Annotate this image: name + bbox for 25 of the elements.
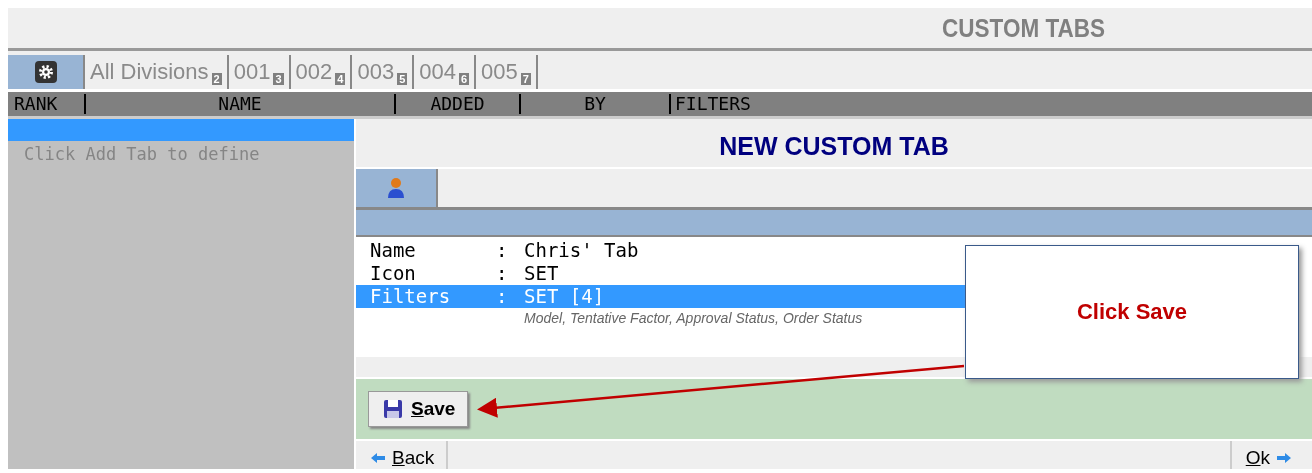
field-value: SET [4]	[524, 285, 605, 308]
page-title: CUSTOM TABS	[942, 13, 1105, 43]
panel-title: NEW CUSTOM TAB	[356, 125, 1312, 169]
field-label: Icon	[370, 262, 417, 285]
field-value: SET	[524, 262, 559, 285]
column-heading: FILTERS	[674, 94, 752, 114]
filter-summary: Model, Tentative Factor, Approval Status, Order Status	[524, 309, 863, 328]
shortcut-badge: 5	[397, 73, 408, 85]
field-value: Chris' Tab	[524, 239, 639, 262]
list-hint: Click Add Tab to define	[23, 143, 261, 164]
column-heading: NAME	[86, 94, 396, 114]
shortcut-badge: 3	[273, 73, 284, 85]
shortcut-badge: 2	[211, 73, 222, 85]
column-heading: ADDED	[396, 94, 521, 114]
column-heading: RANK	[8, 94, 86, 114]
shortcut-badge: 7	[520, 73, 531, 85]
field-separator: :	[496, 285, 509, 308]
shortcut-badge: 4	[335, 73, 346, 85]
field-separator: :	[496, 239, 509, 262]
field-label: Filters	[370, 285, 452, 308]
field-separator: :	[496, 262, 509, 285]
field-label: Name	[370, 239, 417, 262]
callout-text: Click Save	[1076, 299, 1188, 325]
column-heading: BY	[521, 94, 671, 114]
shortcut-badge: 6	[458, 73, 470, 85]
